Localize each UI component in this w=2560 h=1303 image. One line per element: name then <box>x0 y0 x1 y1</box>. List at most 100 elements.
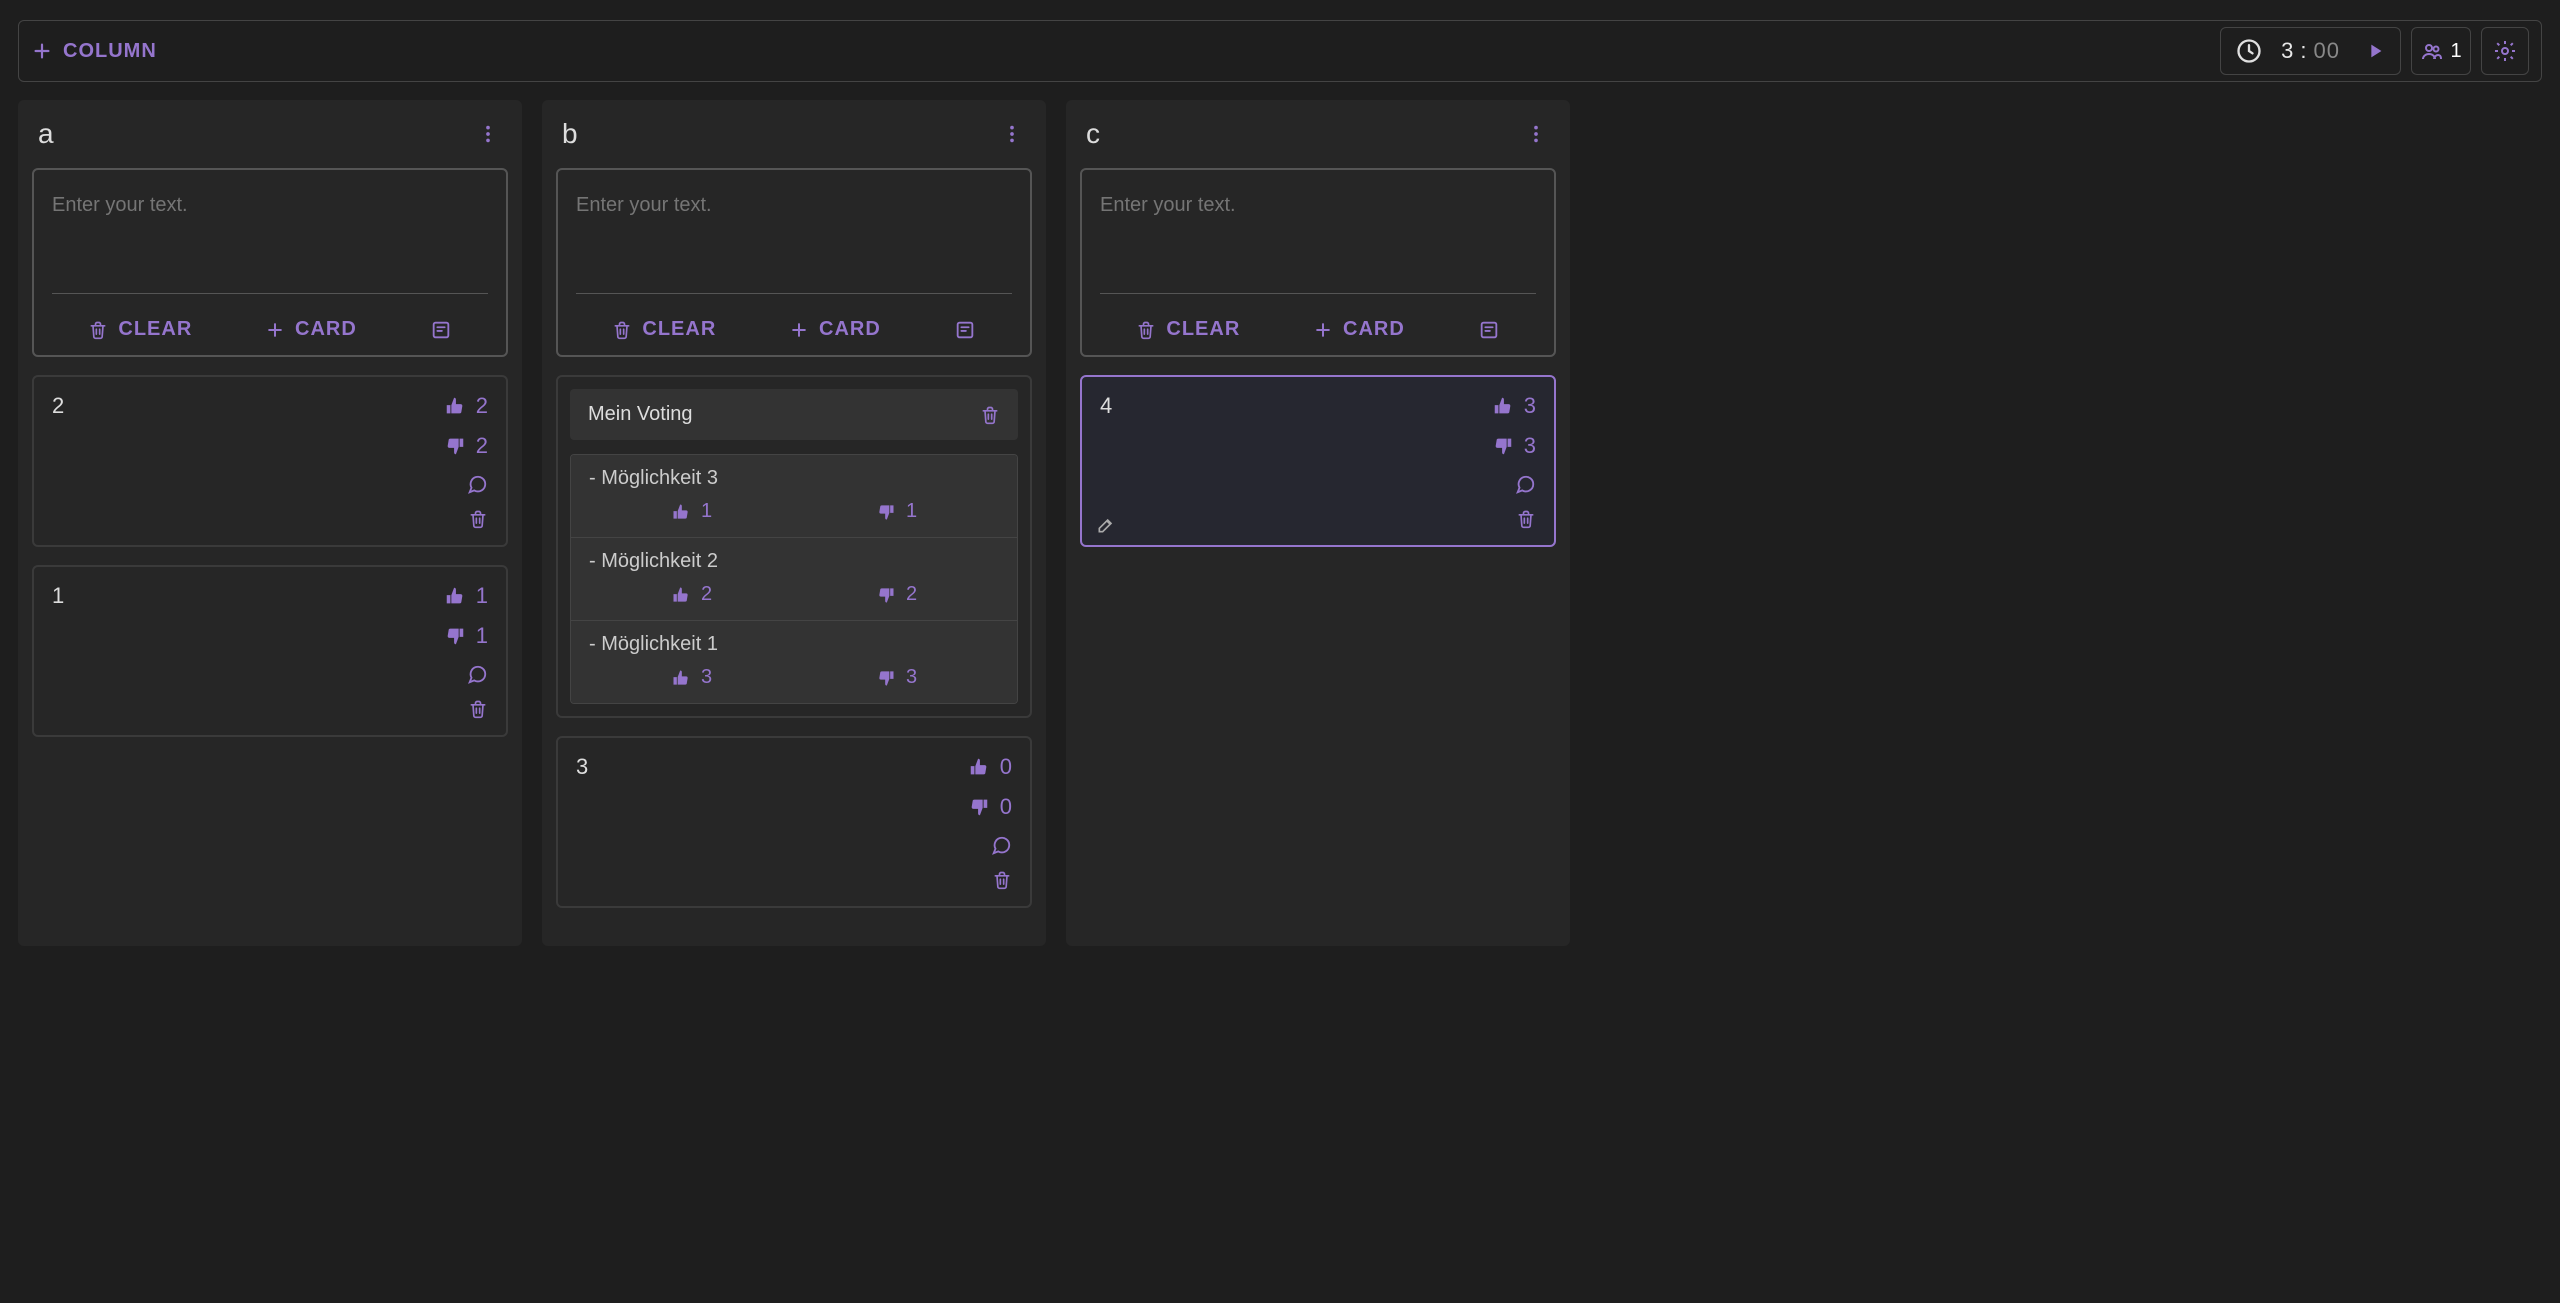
add-card-button[interactable]: CARD <box>265 318 357 341</box>
timer-group: 3 : 00 <box>2220 27 2401 75</box>
column: b Enter your text. CLEAR CARD Mein Votin… <box>542 100 1046 946</box>
thumb-up-icon <box>444 585 466 607</box>
new-card-input[interactable]: Enter your text. <box>576 194 1012 294</box>
downvote-button[interactable]: 0 <box>968 794 1012 820</box>
new-card-input[interactable]: Enter your text. <box>1100 194 1536 294</box>
new-card-input[interactable]: Enter your text. <box>52 194 488 294</box>
comment-button[interactable] <box>466 663 488 685</box>
comment-button[interactable] <box>466 473 488 495</box>
delete-voting-button[interactable] <box>980 405 1000 425</box>
plus-icon <box>265 320 285 340</box>
card[interactable]: 4 3 3 <box>1080 375 1556 547</box>
participants-count: 1 <box>2450 40 2461 63</box>
upvote-button[interactable]: 2 <box>444 393 488 419</box>
downvote-button[interactable]: 3 <box>1492 433 1536 459</box>
upvote-count: 3 <box>1524 393 1536 419</box>
timer-play-button[interactable] <box>2364 40 2386 62</box>
column-title[interactable]: c <box>1086 118 1522 150</box>
clear-button[interactable]: CLEAR <box>612 318 716 341</box>
thumb-up-icon <box>671 668 691 688</box>
add-column-label: COLUMN <box>63 40 157 63</box>
edit-icon[interactable] <box>1096 515 1116 535</box>
top-toolbar: COLUMN 3 : 00 1 <box>18 20 2542 82</box>
option-downvote-button[interactable]: 3 <box>876 666 917 689</box>
delete-card-button[interactable] <box>992 870 1012 890</box>
voting-option-label: - Möglichkeit 1 <box>589 633 999 656</box>
voting-card[interactable]: Mein Voting - Möglichkeit 3 1 1 - Möglic… <box>556 375 1032 718</box>
column-title[interactable]: b <box>562 118 998 150</box>
comment-button[interactable] <box>990 834 1012 856</box>
plus-icon <box>1313 320 1333 340</box>
trash-icon <box>992 870 1012 890</box>
column-menu-button[interactable] <box>998 123 1026 145</box>
thumb-down-icon <box>968 796 990 818</box>
option-upvote-button[interactable]: 2 <box>671 583 712 606</box>
card[interactable]: 1 1 1 <box>32 565 508 737</box>
trash-icon <box>1136 320 1156 340</box>
comment-button[interactable] <box>1514 473 1536 495</box>
voting-options: - Möglichkeit 3 1 1 - Möglichkeit 2 2 2 … <box>570 454 1018 704</box>
clear-label: CLEAR <box>642 318 716 341</box>
voting-title: Mein Voting <box>588 403 980 426</box>
thumb-up-icon <box>671 502 691 522</box>
clear-button[interactable]: CLEAR <box>1136 318 1240 341</box>
thumb-up-icon <box>968 756 990 778</box>
option-downvote-button[interactable]: 1 <box>876 500 917 523</box>
more-vert-icon <box>1001 123 1023 145</box>
option-upvote-button[interactable]: 3 <box>671 666 712 689</box>
upvote-button[interactable]: 0 <box>968 754 1012 780</box>
upvote-button[interactable]: 1 <box>444 583 488 609</box>
voting-header: Mein Voting <box>570 389 1018 440</box>
option-downvote-count: 1 <box>906 500 917 523</box>
note-icon <box>954 319 976 341</box>
play-icon <box>2364 40 2386 62</box>
option-downvote-button[interactable]: 2 <box>876 583 917 606</box>
delete-card-button[interactable] <box>1516 509 1536 529</box>
upvote-count: 2 <box>476 393 488 419</box>
option-upvote-button[interactable]: 1 <box>671 500 712 523</box>
thumb-down-icon <box>1492 435 1514 457</box>
downvote-count: 0 <box>1000 794 1012 820</box>
board: a Enter your text. CLEAR CARD 2 2 <box>18 100 1570 946</box>
clear-button[interactable]: CLEAR <box>88 318 192 341</box>
clear-label: CLEAR <box>118 318 192 341</box>
column-title[interactable]: a <box>38 118 474 150</box>
card-template-button[interactable] <box>1478 319 1500 341</box>
card[interactable]: 3 0 0 <box>556 736 1032 908</box>
thumb-down-icon <box>876 502 896 522</box>
clock-icon <box>2235 37 2263 65</box>
option-downvote-count: 3 <box>906 666 917 689</box>
people-icon <box>2420 39 2444 63</box>
voting-option-label: - Möglichkeit 3 <box>589 467 999 490</box>
add-column-button[interactable]: COLUMN <box>31 40 157 63</box>
trash-icon <box>468 509 488 529</box>
participants-button[interactable]: 1 <box>2411 27 2471 75</box>
thumb-down-icon <box>876 668 896 688</box>
trash-icon <box>468 699 488 719</box>
clear-label: CLEAR <box>1166 318 1240 341</box>
gear-icon <box>2493 39 2517 63</box>
column-menu-button[interactable] <box>474 123 502 145</box>
settings-button[interactable] <box>2481 27 2529 75</box>
delete-card-button[interactable] <box>468 699 488 719</box>
card-template-button[interactable] <box>430 319 452 341</box>
upvote-button[interactable]: 3 <box>1492 393 1536 419</box>
card-template-button[interactable] <box>954 319 976 341</box>
add-card-button[interactable]: CARD <box>789 318 881 341</box>
card-label: CARD <box>819 318 881 341</box>
add-card-button[interactable]: CARD <box>1313 318 1405 341</box>
new-card-area: Enter your text. CLEAR CARD <box>1080 168 1556 357</box>
card[interactable]: 2 2 2 <box>32 375 508 547</box>
downvote-button[interactable]: 2 <box>444 433 488 459</box>
card-label: CARD <box>295 318 357 341</box>
downvote-count: 1 <box>476 623 488 649</box>
comment-icon <box>466 473 488 495</box>
timer-display[interactable]: 3 : 00 <box>2281 38 2340 64</box>
more-vert-icon <box>1525 123 1547 145</box>
pencil-icon <box>1096 515 1116 535</box>
trash-icon <box>88 320 108 340</box>
column-menu-button[interactable] <box>1522 123 1550 145</box>
delete-card-button[interactable] <box>468 509 488 529</box>
thumb-up-icon <box>444 395 466 417</box>
downvote-button[interactable]: 1 <box>444 623 488 649</box>
